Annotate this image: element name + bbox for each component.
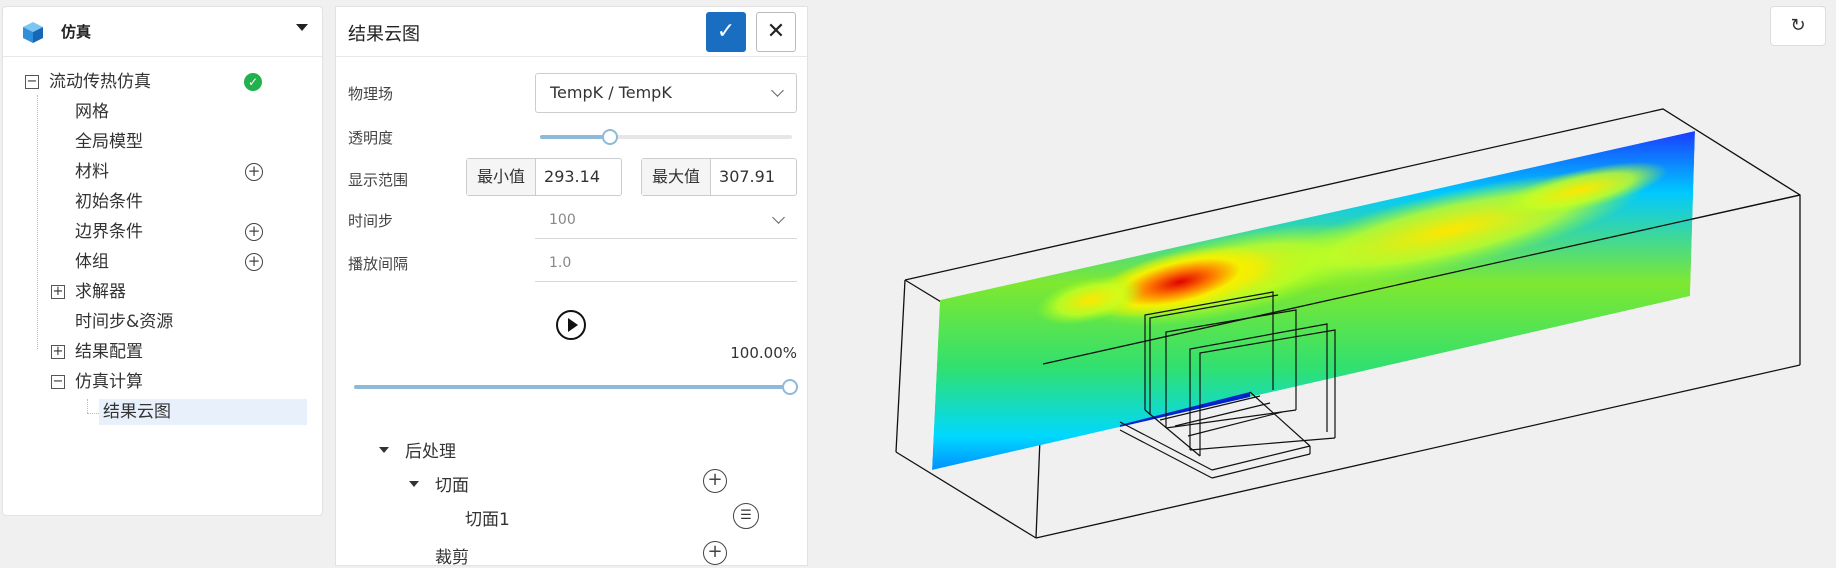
progress-slider-fill <box>354 385 792 389</box>
panel-header: 结果云图 ✓ ✕ <box>336 7 807 57</box>
slice-item-label[interactable]: 切面1 <box>465 505 510 530</box>
expand-icon[interactable]: + <box>51 345 65 359</box>
caret-down-icon[interactable] <box>409 481 419 487</box>
opacity-slider-fill <box>540 135 610 139</box>
collapse-icon[interactable]: − <box>25 75 39 89</box>
tree-item-result-contour[interactable]: 结果云图 <box>99 399 307 425</box>
tree-line <box>87 399 88 413</box>
add-clip-icon[interactable]: + <box>703 541 727 565</box>
list-options-icon[interactable]: ☰ <box>733 503 759 529</box>
opacity-slider-thumb[interactable] <box>602 129 618 145</box>
expand-icon[interactable]: + <box>51 285 65 299</box>
add-boundary-icon[interactable]: + <box>245 223 263 241</box>
slice-section-label[interactable]: 切面 <box>435 471 469 496</box>
refresh-button[interactable]: ↻ <box>1770 6 1826 46</box>
chevron-down-icon <box>771 84 784 97</box>
min-value-input[interactable]: 293.14 <box>536 159 608 195</box>
refresh-icon: ↻ <box>1790 15 1806 36</box>
add-material-icon[interactable]: + <box>245 163 263 181</box>
max-label: 最大值 <box>642 159 712 195</box>
physics-value: TempK / TempK <box>550 83 672 102</box>
progress-percent: 100.00% <box>730 344 797 362</box>
timestep-label: 时间步 <box>348 212 394 230</box>
tree-item-global-model[interactable]: 全局模型 <box>75 129 143 155</box>
close-icon: ✕ <box>766 19 786 44</box>
check-icon: ✓ <box>716 19 736 44</box>
opacity-label: 透明度 <box>348 129 394 147</box>
project-header[interactable]: 仿真 <box>3 7 322 57</box>
tree-item-solver[interactable]: 求解器 <box>75 279 126 305</box>
tree-item-initial-conditions[interactable]: 初始条件 <box>75 189 143 215</box>
tree-item-boundary-conditions[interactable]: 边界条件 <box>75 219 143 245</box>
max-value-input[interactable]: 307.91 <box>711 159 783 195</box>
cube-icon <box>23 21 43 43</box>
tree-item-timestep-resources[interactable]: 时间步&资源 <box>75 309 173 335</box>
success-check-icon: ✓ <box>244 73 262 91</box>
progress-slider-thumb[interactable] <box>782 379 798 395</box>
close-button[interactable]: ✕ <box>756 12 796 52</box>
confirm-button[interactable]: ✓ <box>706 12 746 52</box>
collapse-icon[interactable]: − <box>51 375 65 389</box>
clip-section-label[interactable]: 裁剪 <box>435 543 469 568</box>
tree-line <box>37 95 38 349</box>
interval-label: 播放间隔 <box>348 255 409 273</box>
play-icon[interactable] <box>556 310 586 340</box>
panel-title: 结果云图 <box>348 24 420 45</box>
physics-select[interactable]: TempK / TempK <box>535 73 797 113</box>
timestep-value: 100 <box>549 212 576 228</box>
result-contour-panel: 结果云图 ✓ ✕ 物理场 TempK / TempK 透明度 显示范围 最小值 … <box>335 6 808 568</box>
timestep-select[interactable]: 100 <box>535 203 797 239</box>
tree-item-result-config[interactable]: 结果配置 <box>75 339 143 365</box>
tree-item-simulation-run[interactable]: 仿真计算 <box>75 369 143 395</box>
caret-down-icon[interactable] <box>379 447 389 453</box>
chevron-down-icon[interactable] <box>296 24 308 31</box>
max-range-group: 最大值 307.91 <box>641 158 797 196</box>
interval-input[interactable]: 1.0 <box>535 246 797 282</box>
interval-value: 1.0 <box>549 255 572 271</box>
add-body-group-icon[interactable]: + <box>245 253 263 271</box>
min-range-group: 最小值 293.14 <box>466 158 622 196</box>
add-slice-icon[interactable]: + <box>703 469 727 493</box>
tree-root-label[interactable]: 流动传热仿真 <box>49 69 151 95</box>
temperature-contour-slice <box>932 131 1695 470</box>
physics-label: 物理场 <box>348 85 394 103</box>
project-tree-panel: 仿真 − 流动传热仿真 ✓ 网格 全局模型 材料 + 初始条件 边界条件 + 体… <box>2 6 323 516</box>
chevron-down-icon <box>772 211 785 224</box>
3d-viewport[interactable] <box>810 60 1810 540</box>
tree-item-material[interactable]: 材料 <box>75 159 109 185</box>
range-label: 显示范围 <box>348 171 409 189</box>
project-name: 仿真 <box>61 23 92 41</box>
postprocess-label[interactable]: 后处理 <box>405 437 456 462</box>
min-label: 最小值 <box>467 159 537 195</box>
tree-item-mesh[interactable]: 网格 <box>75 99 109 125</box>
tree-item-body-groups[interactable]: 体组 <box>75 249 109 275</box>
